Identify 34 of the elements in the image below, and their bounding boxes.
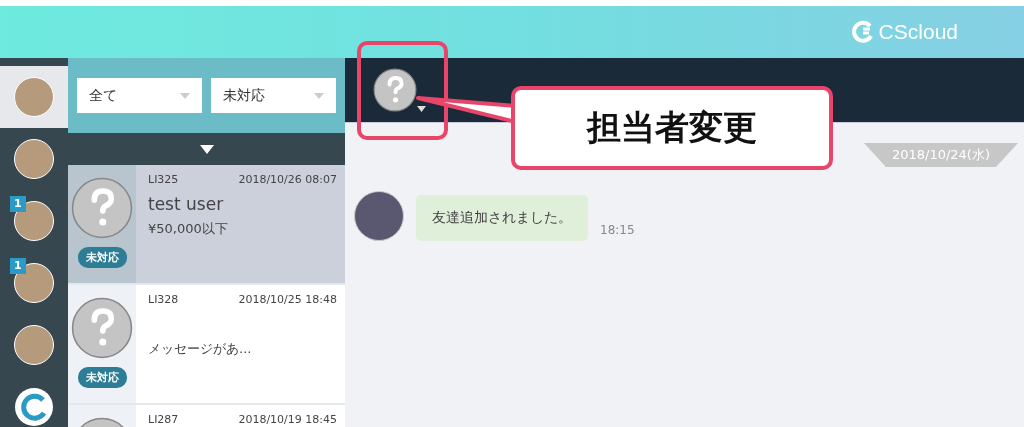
unread-badge: 1: [10, 196, 26, 212]
message-preview: ¥50,000以下: [148, 220, 229, 238]
conversation-id: LI287: [148, 413, 179, 426]
message-time: 18:15: [600, 223, 635, 237]
caret-icon: [180, 92, 190, 99]
account-avatar: [14, 325, 54, 365]
caret-icon[interactable]: [417, 106, 426, 112]
conversation-time: 2018/10/19 18:45: [238, 413, 337, 426]
status-label: 未対応: [77, 367, 127, 388]
account-avatar: [14, 139, 54, 179]
account-avatar: [14, 201, 54, 241]
conversation-id: LI325: [148, 173, 179, 186]
conversation-id: LI328: [148, 293, 179, 306]
conversation-time: 2018/10/25 18:48: [238, 293, 337, 306]
unknown-user-avatar: [71, 177, 133, 239]
callout-label: 担当者変更: [511, 86, 833, 170]
logo-text: CScloud: [878, 20, 958, 44]
user-avatar: [354, 191, 404, 241]
logo-icon: [15, 388, 53, 426]
conversation-time: 2018/10/26 08:07: [238, 173, 337, 186]
message-bubble: 友達追加されました。: [416, 195, 588, 241]
filter-dropdown[interactable]: 全て: [77, 78, 202, 113]
unknown-user-avatar: [71, 297, 133, 359]
unread-badge: 1: [10, 258, 26, 274]
user-name: test user: [148, 194, 225, 214]
logo-icon: [850, 20, 875, 44]
assignee-avatar: [373, 68, 417, 112]
expand-icon[interactable]: [199, 144, 214, 154]
account-avatar: [14, 263, 54, 303]
account-avatar: [14, 77, 54, 117]
status-label: 未対応: [77, 247, 127, 268]
message-preview: メッセージがあ...: [148, 340, 253, 358]
filter-dropdown[interactable]: 未対応: [211, 78, 336, 113]
caret-icon: [314, 92, 324, 99]
